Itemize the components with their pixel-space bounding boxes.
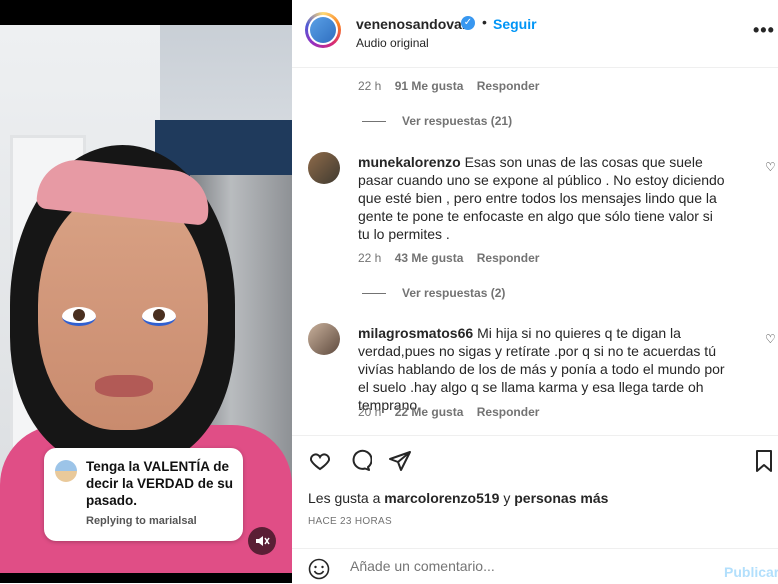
comment-time: 20 h xyxy=(358,405,382,419)
more-options-icon[interactable]: ••• xyxy=(753,20,775,41)
person-eye-right xyxy=(142,307,176,326)
action-bar xyxy=(292,435,778,486)
person-mouth xyxy=(95,375,153,397)
likes-prefix: Les gusta a xyxy=(308,490,381,506)
audio-link[interactable]: Audio original xyxy=(356,36,429,50)
reply-sticker: Tenga la VALENTÍA de decir la VERDAD de … xyxy=(44,448,243,541)
reply-button[interactable]: Responder xyxy=(477,251,540,265)
video-frame[interactable]: Tenga la VALENTÍA de decir la VERDAD de … xyxy=(0,25,292,573)
comment-likes[interactable]: 43 Me gusta xyxy=(395,251,464,265)
comment-body: milagrosmatos66 Mi hija si no quieres q … xyxy=(358,324,728,414)
comment-meta: 20 h 22 Me gusta Responder xyxy=(358,405,539,419)
comment-meta: 22 h 91 Me gusta Responder xyxy=(358,79,539,93)
separator-dot: • xyxy=(482,14,487,30)
reply-avatar xyxy=(55,460,77,482)
reply-button[interactable]: Responder xyxy=(477,79,540,93)
smiley-icon[interactable] xyxy=(308,558,330,584)
likes-middle: y xyxy=(503,490,511,506)
comment-time: 22 h xyxy=(358,79,382,93)
comment-like-heart-icon[interactable]: ♡ xyxy=(765,160,776,174)
comment-time: 22 h xyxy=(358,251,382,265)
paper-plane-icon[interactable] xyxy=(388,449,412,478)
comment-likes[interactable]: 91 Me gusta xyxy=(395,79,464,93)
post-side-panel: venenosandoval ✓ • Seguir Audio original… xyxy=(292,0,778,583)
post-timestamp: HACE 23 HORAS xyxy=(308,516,392,527)
heart-icon[interactable] xyxy=(308,449,332,478)
likes-others[interactable]: personas más xyxy=(514,490,608,506)
view-replies-label: Ver respuestas (2) xyxy=(402,286,506,300)
commenter-avatar[interactable] xyxy=(308,152,340,184)
muted-speaker-icon[interactable] xyxy=(248,527,276,555)
likes-summary: Les gusta a marcolorenzo519 y personas m… xyxy=(308,490,608,506)
view-replies-button[interactable]: Ver respuestas (2) xyxy=(362,286,505,300)
publish-button[interactable]: Publicar xyxy=(724,564,778,580)
reply-button[interactable]: Responder xyxy=(477,405,540,419)
post-media[interactable]: Tenga la VALENTÍA de decir la VERDAD de … xyxy=(0,0,292,583)
comment-input[interactable] xyxy=(348,557,682,575)
person-eye-left xyxy=(62,307,96,326)
comment-bar: Publicar xyxy=(292,548,778,584)
post-header: venenosandoval ✓ • Seguir Audio original… xyxy=(292,0,778,68)
comment-meta: 22 h 43 Me gusta Responder xyxy=(358,251,539,265)
comments-list[interactable]: 22 h 91 Me gusta Responder Ver respuesta… xyxy=(292,68,778,435)
owner-avatar[interactable] xyxy=(305,12,341,48)
verified-badge-icon: ✓ xyxy=(461,16,475,30)
comment-body: munekalorenzo Esas son unas de las cosas… xyxy=(358,153,728,243)
comment-bubble-icon[interactable] xyxy=(348,449,373,478)
reply-sticker-text: Tenga la VALENTÍA de decir la VERDAD de … xyxy=(86,459,234,508)
bookmark-icon[interactable] xyxy=(754,449,774,478)
commenter-username[interactable]: milagrosmatos66 xyxy=(358,325,473,341)
owner-username[interactable]: venenosandoval xyxy=(356,16,466,32)
view-replies-label: Ver respuestas (21) xyxy=(402,114,513,128)
view-replies-button[interactable]: Ver respuestas (21) xyxy=(362,114,512,128)
comment-like-heart-icon[interactable]: ♡ xyxy=(765,332,776,346)
reply-sticker-meta: Replying to marialsal xyxy=(86,515,197,527)
comment-likes[interactable]: 22 Me gusta xyxy=(395,405,464,419)
commenter-username[interactable]: munekalorenzo xyxy=(358,154,461,170)
commenter-avatar[interactable] xyxy=(308,323,340,355)
follow-button[interactable]: Seguir xyxy=(493,16,537,32)
liker-username[interactable]: marcolorenzo519 xyxy=(384,490,499,506)
